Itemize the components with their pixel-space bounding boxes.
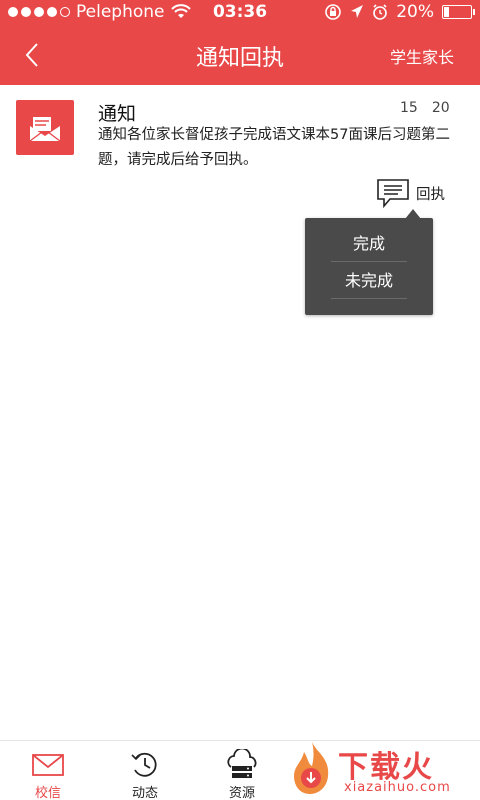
popup-arrow (405, 209, 421, 219)
watermark-url: xiazaihuo.com (344, 780, 451, 795)
flame-logo-icon (294, 742, 329, 794)
top-bar: Pelephone 03:36 20% 通知回执 学生家长 (0, 0, 480, 85)
notice-envelope-icon (16, 100, 74, 155)
comment-icon (377, 179, 409, 208)
notice-time: 15 20 (400, 100, 450, 116)
receipt-popup-menu: 完成 未完成 (305, 209, 433, 315)
option-complete[interactable]: 完成 (331, 226, 407, 262)
battery-icon (442, 5, 475, 19)
history-icon (131, 752, 157, 777)
receipt-label: 回执 (416, 186, 445, 203)
option-incomplete[interactable]: 未完成 (331, 263, 407, 299)
location-arrow-icon (351, 5, 364, 18)
notice-body: 通知各位家长督促孩子完成语文课本57面课后习题第二题，请完成后给予回执。 (98, 127, 450, 168)
tab-resources[interactable]: 资源 (194, 741, 290, 800)
cloud-server-icon (227, 749, 257, 778)
status-bar: Pelephone 03:36 20% (0, 0, 480, 26)
tab-school-mail[interactable]: 校信 (0, 741, 96, 800)
mail-icon (32, 754, 64, 776)
watermark-logo: 下载火 xiazaihuo.com (286, 738, 480, 800)
tab-label: 校信 (34, 786, 61, 800)
alarm-icon (373, 4, 388, 20)
notice-title: 通知 (98, 103, 137, 125)
tab-activity[interactable]: 动态 (97, 741, 193, 800)
notice-time-minute: 20 (431, 100, 450, 116)
parent-role-button[interactable]: 学生家长 (390, 44, 454, 68)
status-right: 20% (324, 2, 475, 22)
nav-bar: 通知回执 学生家长 (0, 26, 480, 85)
receipt-button[interactable]: 回执 (376, 178, 445, 208)
notice-time-hour: 15 (400, 100, 418, 116)
tab-label: 资源 (228, 786, 255, 800)
rotation-lock-icon (325, 4, 342, 20)
tab-label: 动态 (131, 786, 158, 800)
battery-percent: 20% (396, 2, 434, 22)
